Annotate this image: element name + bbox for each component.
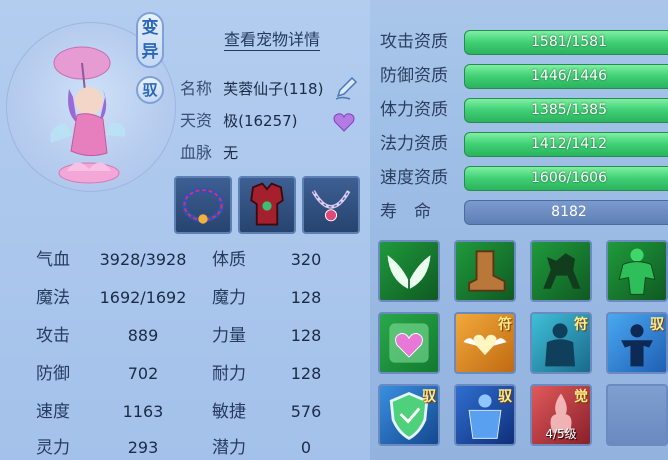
pet-aptitude-value: 极(16257) <box>223 112 298 130</box>
skill-slot[interactable] <box>530 240 592 302</box>
armor-icon <box>250 182 284 226</box>
variant-badge-text: 变 异 <box>141 18 159 62</box>
necklace-icon <box>311 190 351 222</box>
aptitude-label: 法力资质 <box>380 134 448 154</box>
stat-row: 防御 702 耐力 128 <box>36 360 336 388</box>
skill-slot[interactable]: 觉 4/5级 <box>530 384 592 446</box>
equipment-slot-armor[interactable] <box>238 176 296 234</box>
stat-row: 气血 3928/3928 体质 320 <box>36 246 336 274</box>
pet-info-panel: 变 异 驭 查看宠物详情 名称 芙蓉仙子(118) 天资 极(16257) 血脉… <box>0 0 370 460</box>
muscle-icon <box>618 248 656 295</box>
aptitude-row-defense: 防御资质 1446/1446 <box>378 62 668 90</box>
lifespan-bar: 8182 <box>464 200 668 225</box>
pet-name-value: 芙蓉仙子(118) <box>223 80 324 98</box>
aptitude-row-stamina: 体力资质 1385/1385 <box>378 96 668 124</box>
stat-value: 576 <box>290 402 322 421</box>
stat-value: 128 <box>290 326 322 345</box>
stat-value: 320 <box>290 250 322 269</box>
stat-label: 攻击 <box>36 326 70 346</box>
tame-badge: 驭 <box>136 76 164 104</box>
stat-value: 128 <box>290 364 322 383</box>
pet-aptitude-label: 天资 <box>180 111 213 130</box>
skill-slot[interactable] <box>378 240 440 302</box>
skill-tag: 符 <box>574 317 588 333</box>
aptitude-bar: 1412/1412 <box>464 132 668 157</box>
stat-label: 气血 <box>36 250 70 270</box>
skill-slot[interactable]: 符 <box>530 312 592 374</box>
skill-slot-empty[interactable] <box>606 384 668 446</box>
stat-label: 魔力 <box>212 288 246 308</box>
aptitude-label: 体力资质 <box>380 100 448 120</box>
stat-value: 293 <box>127 438 159 457</box>
equipment-slot-collar[interactable] <box>174 176 232 234</box>
pet-bloodline-value: 无 <box>223 144 239 162</box>
lifespan-row: 寿 命 8182 <box>378 198 668 226</box>
stat-value: 889 <box>127 326 159 345</box>
equipment-slot-necklace[interactable] <box>302 176 360 234</box>
stat-row: 速度 1163 敏捷 576 <box>36 398 336 426</box>
stat-value: 1163 <box>122 402 164 421</box>
lifespan-label: 寿 命 <box>380 202 431 222</box>
skill-slot[interactable] <box>454 240 516 302</box>
stat-label: 魔法 <box>36 288 70 308</box>
skill-slot[interactable]: 驭 <box>606 312 668 374</box>
aptitude-bar: 1446/1446 <box>464 64 668 89</box>
aptitude-row-speed: 速度资质 1606/1606 <box>378 164 668 192</box>
aptitude-bar: 1385/1385 <box>464 98 668 123</box>
view-pet-details-link[interactable]: 查看宠物详情 <box>224 30 321 51</box>
stat-label: 体质 <box>212 250 246 270</box>
pet-name-row: 名称 芙蓉仙子(118) <box>180 78 323 100</box>
pet-aptitude-row: 天资 极(16257) <box>180 110 298 132</box>
skill-slot[interactable] <box>606 240 668 302</box>
skill-tag: 驭 <box>498 389 512 405</box>
stat-value: 702 <box>127 364 159 383</box>
aptitude-label: 防御资质 <box>380 66 448 86</box>
stat-row: 魔法 1692/1692 魔力 128 <box>36 284 336 312</box>
boot-icon <box>468 250 506 292</box>
pet-name-label: 名称 <box>180 79 213 98</box>
stat-label: 潜力 <box>212 438 246 458</box>
pet-bloodline-label: 血脉 <box>180 143 213 162</box>
stat-value: 1692/1692 <box>99 288 187 307</box>
heart-icon <box>389 323 429 363</box>
stat-label: 力量 <box>212 326 246 346</box>
aptitude-bar: 1606/1606 <box>464 166 668 191</box>
aptitude-row-magic: 法力资质 1412/1412 <box>378 130 668 158</box>
rename-pencil-icon[interactable] <box>332 74 360 102</box>
skill-tag: 符 <box>498 317 512 333</box>
stat-row: 灵力 293 潜力 0 <box>36 434 336 460</box>
pet-bloodline-row: 血脉 无 <box>180 142 238 164</box>
aptitude-row-attack: 攻击资质 1581/1581 <box>378 28 668 56</box>
variant-badge: 变 异 <box>136 12 164 68</box>
stat-label: 灵力 <box>36 438 70 458</box>
skill-slot[interactable]: 符 <box>454 312 516 374</box>
stat-label: 速度 <box>36 402 70 422</box>
stat-value: 0 <box>300 438 312 457</box>
collar-icon <box>182 187 224 224</box>
stat-label: 防御 <box>36 364 70 384</box>
skill-slot[interactable]: 驭 <box>378 384 440 446</box>
horse-icon <box>543 253 581 289</box>
aptitude-bar: 1581/1581 <box>464 30 668 55</box>
wings-icon <box>387 255 431 289</box>
skill-tag: 觉 <box>574 389 588 405</box>
skill-slot[interactable] <box>378 312 440 374</box>
tame-badge-text: 驭 <box>142 81 158 99</box>
stat-row: 攻击 889 力量 128 <box>36 322 336 350</box>
skill-tag: 驭 <box>422 389 436 405</box>
heart-icon[interactable] <box>332 110 356 134</box>
stat-label: 耐力 <box>212 364 246 384</box>
aptitude-label: 速度资质 <box>380 168 448 188</box>
stat-value: 3928/3928 <box>99 250 187 269</box>
aptitude-skills-panel: 攻击资质 1581/1581 防御资质 1446/1446 体力资质 1385/… <box>370 0 668 460</box>
skill-slot[interactable]: 驭 <box>454 384 516 446</box>
skill-tag: 驭 <box>650 317 664 333</box>
stat-value: 128 <box>290 288 322 307</box>
aptitude-label: 攻击资质 <box>380 32 448 52</box>
skill-level: 4/5级 <box>545 427 577 441</box>
stat-label: 敏捷 <box>212 402 246 422</box>
